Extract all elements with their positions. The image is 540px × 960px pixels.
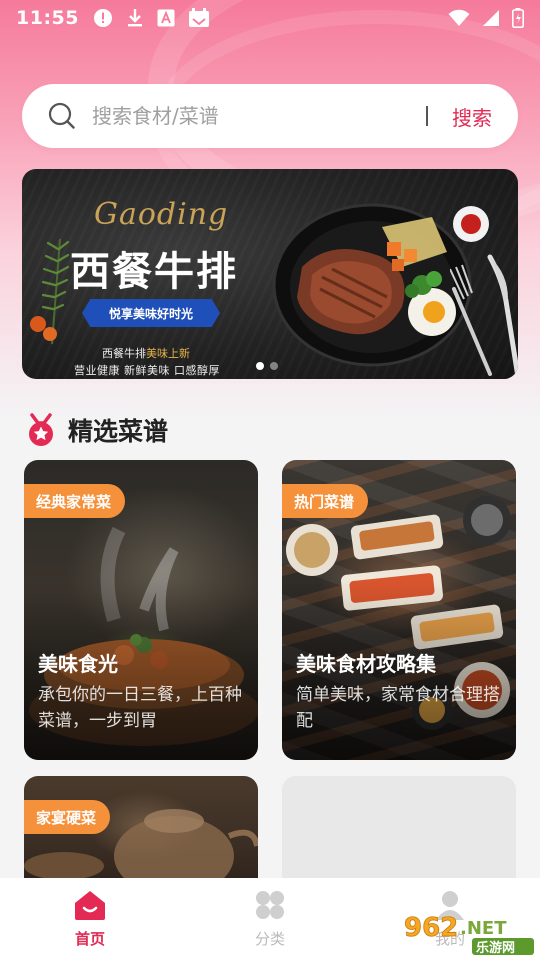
banner-subline: 西餐牛排美味上新 xyxy=(102,345,190,361)
font-a-icon xyxy=(157,9,175,27)
search-icon xyxy=(48,102,75,129)
signal-icon xyxy=(482,9,500,27)
card-1-description: 承包你的一日三餐，上百种菜谱，一步到胃 xyxy=(38,685,242,731)
recipe-card-1[interactable]: 经典家常菜 美味食光 承包你的一日三餐，上百种菜谱，一步到胃 xyxy=(24,460,258,760)
promo-banner[interactable]: Gaoding 西餐牛排 悦享美味好时光 西餐牛排美味上新 营业健康 新鲜美味 … xyxy=(22,169,518,379)
svg-text:962: 962 xyxy=(404,913,458,943)
status-time: 11:55 xyxy=(16,7,79,29)
card-1-tag: 经典家常菜 xyxy=(24,484,126,518)
nav-home-label: 首页 xyxy=(74,930,105,948)
nav-home[interactable]: 首页 xyxy=(30,888,150,949)
search-divider xyxy=(426,106,428,126)
steak-plate-image xyxy=(272,203,472,367)
wifi-icon xyxy=(448,9,470,27)
search-bar: 搜索 xyxy=(22,84,518,148)
recipe-card-2[interactable]: 热门菜谱 美味食材攻略集 简单美味，家常食材合理搭配 xyxy=(282,460,516,760)
banner-script-text: Gaoding xyxy=(94,197,229,232)
svg-text:乐游网: 乐游网 xyxy=(476,940,515,956)
card-3-tag: 家宴硬菜 xyxy=(24,800,111,834)
banner-dot[interactable] xyxy=(270,362,278,370)
search-button[interactable]: 搜索 xyxy=(452,102,492,131)
card-2-title: 美味食材攻略集 xyxy=(296,652,436,676)
alert-circle-icon xyxy=(93,8,113,28)
battery-icon xyxy=(512,8,524,28)
status-bar: 11:55 xyxy=(0,0,540,36)
card-2-description: 简单美味，家常食材合理搭配 xyxy=(296,685,500,731)
sauce-dish-image xyxy=(453,206,489,242)
banner-dot-active[interactable] xyxy=(256,362,264,370)
banner-ribbon: 悦享美味好时光 xyxy=(82,299,220,327)
nav-category-label: 分类 xyxy=(254,930,285,948)
banner-features: 营业健康 新鲜美味 口感醇厚 xyxy=(74,364,220,377)
card-1-title: 美味食光 xyxy=(38,652,118,676)
category-grid-icon xyxy=(256,891,284,919)
medal-icon xyxy=(29,413,53,446)
download-icon xyxy=(126,8,144,28)
svg-text:.NET: .NET xyxy=(460,918,507,939)
section-header: 精选菜谱 xyxy=(26,412,168,448)
banner-subline-prefix: 西餐牛排 xyxy=(102,347,146,360)
banner-pagination xyxy=(256,362,278,370)
banner-title: 西餐牛排 xyxy=(70,248,238,295)
banner-subline-highlight: 美味上新 xyxy=(146,347,190,360)
cutlery-image xyxy=(450,254,518,379)
section-title: 精选菜谱 xyxy=(68,417,169,446)
home-icon xyxy=(75,891,105,920)
calendar-icon xyxy=(188,8,210,28)
card-2-tag: 热门菜谱 xyxy=(282,484,369,518)
nav-category[interactable]: 分类 xyxy=(210,888,330,949)
site-watermark-logo: 962 .NET 乐游网 xyxy=(404,913,534,956)
search-input[interactable] xyxy=(92,104,416,128)
